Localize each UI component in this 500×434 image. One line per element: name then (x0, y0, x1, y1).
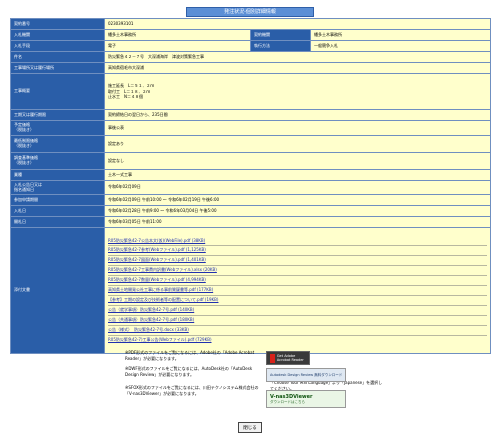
value-min-price: 設定あり (103, 135, 492, 153)
label-bid-org: 入札機関 (10, 29, 105, 41)
attachment-list: R05防災緊急42-7公告本文(仮)(WebFile).pdf (38KB) R0… (103, 227, 492, 354)
value-place: 高知県宿毛市大深浦 (103, 62, 492, 74)
attachment-link[interactable]: R05防災緊急42-7数量(Webファイル).pdf (4,994KB) (108, 277, 487, 283)
label-min-price: 最低制限価格 （税抜き） (10, 135, 105, 153)
label-name: 件名 (10, 51, 105, 63)
note-pdf: ※PDF形式のファイルをご覧になるには、Adobe社の「Adobe Acroba… (125, 350, 255, 361)
label-app-period: 参加申請期間 (10, 194, 105, 206)
value-open-date: 令和6年03月05日 午前11:00 (103, 216, 492, 228)
adobe-logo-icon (270, 353, 275, 363)
value-contract-no: 0230393101 (103, 18, 492, 30)
close-button[interactable]: 閉じる (238, 422, 262, 433)
value-bid-method: 電子 (104, 40, 251, 52)
attachment-item: 【参考】工期の設定及び技術者等の配置について.pdf (19KB) (108, 294, 488, 305)
attachment-link[interactable]: R05防災緊急42-7公告本文(仮)(WebFile).pdf (38KB) (108, 238, 487, 244)
note-dwf: ※DWF形式のファイルをご覧になるには、AutoDesk社の「AutoDesk … (125, 366, 253, 377)
attachment-item: 公告（共通事項）防災緊急42-7号.pdf (180KB) (108, 314, 488, 325)
label-place: 工事場所又は履行場所 (10, 62, 105, 74)
attachment-item: 公告（様式） 防災緊急42-7号.docx (33KB) (108, 324, 488, 335)
attachment-link[interactable]: 公告（就学事項）防災緊急42-7号.pdf (140KB) (108, 307, 487, 313)
label-period: 工期又は履行期限 (10, 109, 105, 121)
label-bid-announce: 入札公告日又は 指名通知日 (10, 180, 105, 195)
label-survey-price: 調査基準価格 （税抜き） (10, 152, 105, 170)
value-bid-announce: 令和6年02月09日 (103, 180, 492, 195)
attachment-item: R05防災緊急42-7)工事公告(Webファイル).pdf (729KB) (108, 334, 488, 345)
v-nas3dviewer-badge[interactable]: V-nas3DViewer ダウンロードはこちら (266, 390, 346, 408)
attachment-item: R05防災緊急42-7参考(Webファイル).pdf (1,125KB) (108, 245, 488, 255)
adobe-reader-badge[interactable]: Get Adobe Acrobat Reader (266, 351, 310, 365)
value-contract-org: 幡多土木事務所 (309, 29, 492, 41)
value-price: 事後公表 (103, 120, 492, 136)
attachment-link[interactable]: R05防災緊急42-7参考(Webファイル).pdf (1,125KB) (108, 248, 487, 253)
label-open-date: 開札日 (10, 216, 105, 228)
value-app-period: 令和6年02月09日 午前10:00 〜 令和6年02月19日 午後6:00 (103, 194, 492, 206)
value-period: 契約締結日の翌日から、235日間 (103, 109, 492, 121)
label-type: 業種 (10, 169, 105, 181)
label-contract-org: 契約機関 (250, 29, 311, 41)
value-exec-method: 一般競争入札 (309, 40, 492, 52)
attachment-link[interactable]: 公告（様式） 防災緊急42-7号.docx (33KB) (108, 327, 487, 333)
value-name: 防災緊急４２－７号 大深浦海岸 津波対策緊急工事 (103, 51, 492, 63)
attachment-item: 高知県土地開発公社工事に係る事前質疑書等.pdf (177KB) (108, 285, 488, 295)
notes: ※PDF形式のファイルをご覧になるには、Adobe社の「Adobe Acroba… (125, 350, 385, 402)
label-attachments: 添付文書 (10, 227, 105, 354)
page-title: 発注状況-個別詳細情報 (186, 7, 314, 17)
outline-line: 止水工 N＝４８個 (108, 94, 143, 100)
attachment-link[interactable]: R05防災緊急42-7図面(Webファイル).pdf (1,401KB) (108, 257, 487, 263)
value-type: 土木一式工事 (103, 169, 492, 181)
attachment-item: R05防災緊急42-7図面(Webファイル).pdf (1,401KB) (108, 255, 488, 265)
attachment-link[interactable]: 【参考】工期の設定及び技術者等の配置について.pdf (19KB) (108, 297, 487, 303)
attachment-link[interactable]: 公告（共通事項）防災緊急42-7号.pdf (180KB) (108, 317, 487, 323)
attachment-link[interactable]: R05防災緊急42-7工事費内訳書(Webファイル).xlsx (20KB) (108, 267, 487, 273)
label-outline: 工事概要 (10, 73, 105, 110)
value-survey-price: 設定なし (103, 152, 492, 170)
attachment-item: R05防災緊急42-7数量(Webファイル).pdf (4,994KB) (108, 275, 488, 285)
attachment-item: 公告（就学事項）防災緊急42-7号.pdf (140KB) (108, 304, 488, 315)
attachment-link[interactable]: 高知県土地開発公社工事に係る事前質疑書等.pdf (177KB) (108, 287, 487, 293)
note-sfox: ※SFOX形式のファイルをご覧になるには、川田テクノシステム株式会社の「V-na… (125, 385, 259, 396)
label-bid-method: 入札手段 (10, 40, 105, 52)
download-badges: Get Adobe Acrobat Reader Autodesk Design… (266, 351, 346, 411)
value-bid-date: 令和6年02月28日 午前9:00 〜 令和6年03月04日 午後5:00 (103, 205, 492, 217)
value-outline: 施工延長 L＝５１．２ｍ 取付工 L＝１８．２ｍ 止水工 N＝４８個 (103, 73, 492, 110)
attachment-item: R05防災緊急42-7公告本文(仮)(WebFile).pdf (38KB) (108, 237, 487, 246)
label-price: 予定価格 （税抜き） (10, 120, 105, 136)
attachment-link[interactable]: R05防災緊急42-7)工事公告(Webファイル).pdf (729KB) (108, 337, 487, 343)
label-contract-no: 契約番号 (10, 18, 105, 30)
design-review-badge[interactable]: Autodesk Design Review 無料ダウンロード (266, 368, 346, 382)
value-bid-org: 幡多土木事務所 (104, 29, 251, 41)
detail-table: 契約番号 0230393101 入札機関 幡多土木事務所 契約機関 幡多土木事務… (10, 18, 492, 354)
label-exec-method: 執行方法 (250, 40, 311, 52)
attachment-item: R05防災緊急42-7工事費内訳書(Webファイル).xlsx (20KB) (108, 265, 488, 275)
label-bid-date: 入札日 (10, 205, 105, 217)
